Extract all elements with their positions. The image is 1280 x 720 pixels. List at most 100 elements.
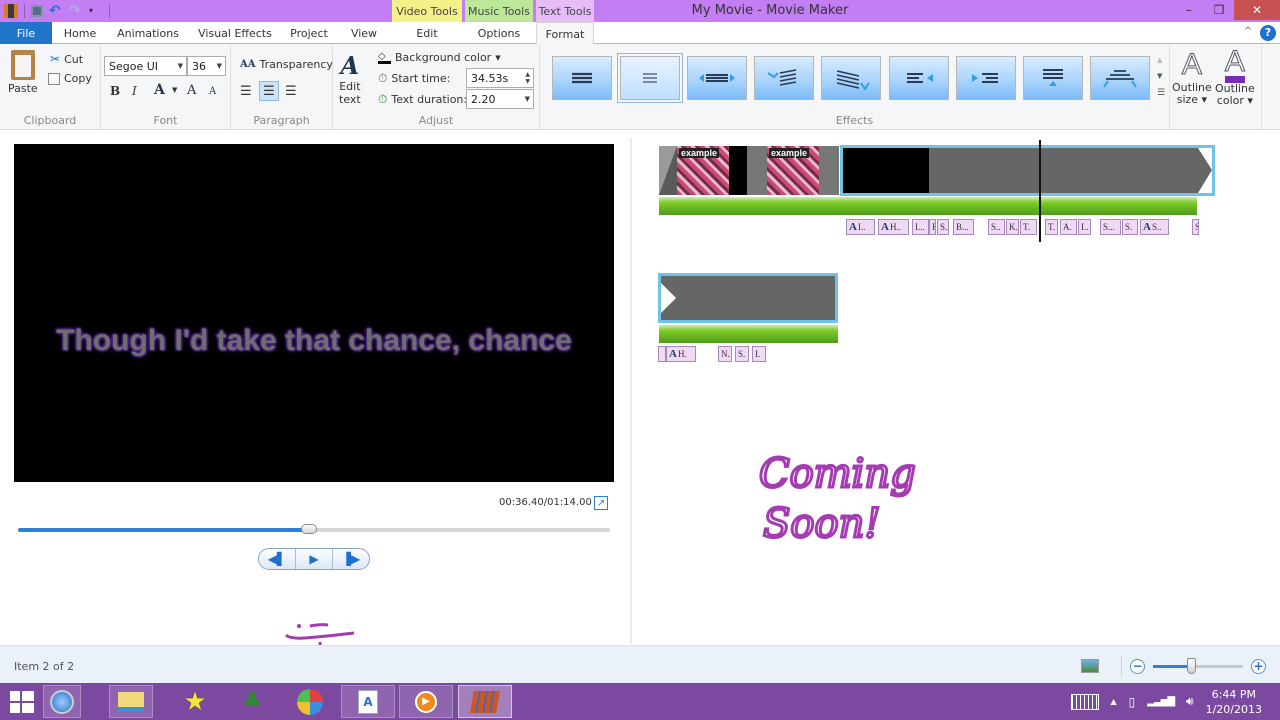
caption-clip[interactable]: A. (1060, 219, 1077, 235)
save-icon[interactable] (31, 5, 43, 17)
gallery-scroll-up[interactable]: ▲ (1157, 56, 1162, 64)
start-time-input[interactable]: 34.53s ▲ ▼ (466, 68, 534, 88)
background-color-button[interactable]: ◇ Background color ▼ (378, 51, 501, 64)
grow-font-button[interactable]: A (187, 83, 196, 98)
taskbar-wordpad[interactable]: A (341, 685, 395, 718)
pane-divider[interactable] (630, 138, 632, 644)
popout-preview-icon[interactable]: ↗ (594, 496, 608, 510)
tab-options[interactable]: Options (465, 22, 533, 44)
align-right-button[interactable]: ☰ (285, 84, 297, 99)
edit-text-button[interactable]: A Edit text (339, 52, 361, 107)
customize-qat-icon[interactable]: ▾ (89, 4, 103, 18)
effect-slide-diagonal[interactable] (821, 56, 881, 100)
caption-clip[interactable]: S... (1100, 219, 1121, 235)
movie-maker-app-icon[interactable] (4, 4, 18, 18)
tab-project[interactable]: Project (282, 22, 336, 44)
taskbar-sims[interactable] (283, 685, 337, 718)
paste-button[interactable]: Paste (8, 50, 38, 95)
playhead[interactable] (1039, 140, 1041, 242)
caption-clip[interactable]: S.. (988, 219, 1005, 235)
effect-cinematic[interactable] (1090, 56, 1150, 100)
taskbar-movie-maker[interactable] (458, 685, 512, 718)
font-color-button[interactable]: A (154, 82, 165, 98)
play-button[interactable]: ▶ (296, 549, 333, 569)
audio-track-2[interactable] (659, 325, 838, 343)
spinner-icon[interactable]: ▲ ▼ (525, 71, 530, 85)
cut-button[interactable]: ✂ Cut (50, 52, 83, 66)
caption-clip[interactable]: A S.. (1140, 219, 1169, 235)
thumbnail-size-icon[interactable] (1081, 659, 1099, 673)
caption-clip[interactable]: A H. (666, 346, 696, 362)
gallery-expand[interactable]: ☰ (1157, 88, 1165, 98)
caption-clip[interactable]: N. (718, 346, 732, 362)
chevron-down-icon[interactable]: ▼ (172, 86, 177, 94)
touch-keyboard-icon[interactable] (1070, 693, 1099, 710)
seek-thumb[interactable] (301, 524, 318, 534)
bold-button[interactable]: B (110, 84, 120, 98)
video-clip-3[interactable] (658, 273, 838, 323)
caption-clip[interactable]: T. (1045, 219, 1058, 235)
caption-clip[interactable]: I. (752, 346, 766, 362)
zoom-out-button[interactable]: − (1130, 658, 1145, 674)
effect-fly-in-left-arrow[interactable] (956, 56, 1016, 100)
tab-view[interactable]: View (340, 22, 388, 44)
volume-icon[interactable]: 🔊︎ (1186, 694, 1194, 709)
audio-track-1[interactable] (659, 197, 1197, 215)
video-clip-2-selected[interactable] (840, 145, 1215, 196)
caption-clip[interactable] (658, 346, 666, 362)
zoom-in-button[interactable]: + (1251, 658, 1266, 674)
font-size-select[interactable]: 36 ▼ (187, 56, 226, 76)
redo-icon[interactable]: ↷ (69, 4, 83, 18)
caption-clip[interactable]: I... (912, 219, 929, 235)
text-duration-select[interactable]: 2.20 ▼ (466, 89, 534, 109)
outline-size-button[interactable]: A Outline size ▾ (1172, 48, 1212, 106)
minimize-button[interactable]: – (1174, 0, 1204, 20)
taskbar-file-explorer[interactable] (109, 685, 153, 718)
zoom-slider[interactable] (1153, 657, 1243, 674)
caption-clip[interactable]: I.. (1078, 219, 1091, 235)
effect-stretch[interactable] (687, 56, 747, 100)
tab-format[interactable]: Format (536, 22, 594, 45)
effect-center[interactable] (552, 56, 612, 100)
outline-color-button[interactable]: A Outline color ▾ (1215, 46, 1255, 107)
show-hidden-icons-chevron[interactable]: ▲ (1111, 697, 1117, 706)
caption-clip[interactable]: S (1192, 219, 1199, 235)
video-clip-1[interactable]: example example (659, 146, 839, 195)
align-left-button[interactable]: ☰ (240, 84, 252, 99)
next-frame-button[interactable]: ▐▶ (333, 549, 369, 569)
collapse-ribbon-icon[interactable]: ^ (1244, 26, 1252, 37)
effect-fade-center[interactable] (617, 53, 683, 103)
video-preview[interactable]: Though I'd take that chance, chance (14, 144, 614, 482)
gallery-scroll-down[interactable]: ▼ (1157, 72, 1162, 80)
caption-clip[interactable]: S. (1122, 219, 1138, 235)
transparency-button[interactable]: AA Transparency (240, 58, 333, 71)
taskbar-media-player[interactable]: ▶ (399, 685, 453, 718)
caption-clip[interactable]: T. (1020, 219, 1037, 235)
tab-home[interactable]: Home (56, 22, 104, 44)
close-button[interactable]: ✕ (1234, 0, 1280, 20)
help-icon[interactable]: ? (1260, 25, 1276, 41)
caption-clip[interactable]: B (929, 219, 936, 235)
undo-icon[interactable]: ↶ (49, 4, 63, 18)
taskbar-safari[interactable] (43, 685, 81, 718)
zoom-slider-thumb[interactable] (1186, 657, 1196, 674)
seek-bar[interactable] (18, 524, 610, 534)
clock[interactable]: 6:44 PM 1/20/2013 (1206, 687, 1262, 717)
caption-clip[interactable]: S.. (937, 219, 949, 235)
effect-fly-in-left[interactable] (754, 56, 814, 100)
shrink-font-button[interactable]: A (209, 86, 216, 97)
tab-animations[interactable]: Animations (108, 22, 188, 44)
effect-scroll-up[interactable] (1023, 56, 1083, 100)
italic-button[interactable]: I (132, 84, 137, 98)
caption-clip[interactable]: S. (735, 346, 749, 362)
start-button[interactable] (0, 685, 44, 718)
align-center-button[interactable]: ☰ (259, 81, 279, 101)
caption-clip[interactable]: K.. (1006, 219, 1019, 235)
previous-frame-button[interactable]: ◀▌ (259, 549, 296, 569)
restore-button[interactable]: ❐ (1204, 0, 1234, 20)
font-family-select[interactable]: Segoe UI ▼ (104, 56, 187, 76)
copy-button[interactable]: Copy (48, 72, 92, 85)
caption-clip[interactable]: A H.. (878, 219, 909, 235)
battery-icon[interactable]: ▯ (1129, 695, 1136, 709)
caption-clip[interactable]: B... (953, 219, 974, 235)
